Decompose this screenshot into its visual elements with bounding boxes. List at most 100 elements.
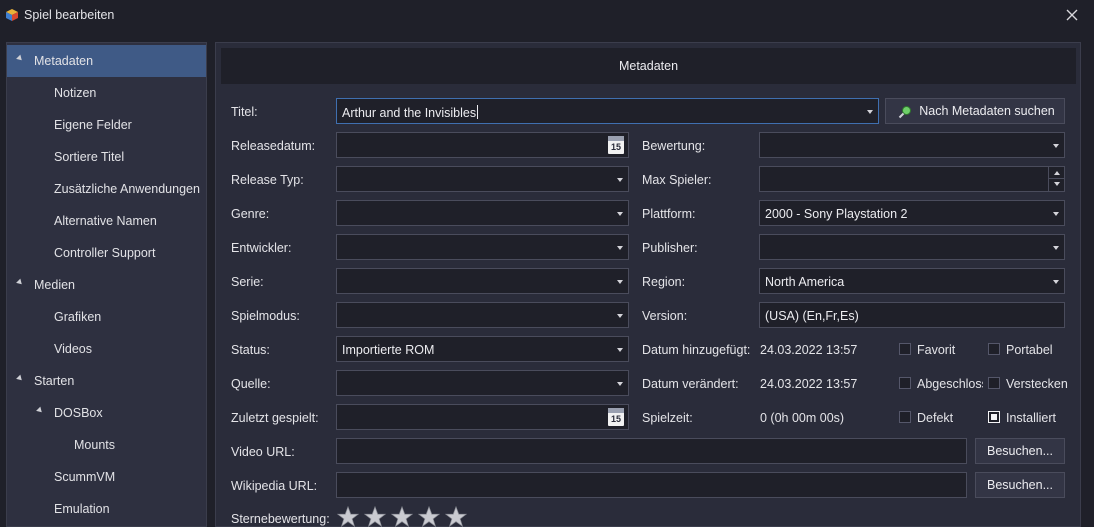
chevron-down-icon[interactable] [1053, 246, 1059, 250]
bewertung-label: Bewertung: [642, 139, 706, 153]
expand-triangle-icon[interactable] [16, 278, 24, 287]
wikipedia-url-besuchen-button[interactable]: Besuchen... [975, 472, 1065, 498]
genre-combobox[interactable] [336, 200, 629, 226]
plattform-value: 2000 - Sony Playstation 2 [765, 207, 908, 221]
sidebar-item-metadaten[interactable]: Metadaten [7, 45, 206, 77]
chevron-down-icon[interactable] [617, 212, 623, 216]
metadata-search-label: Nach Metadaten suchen [919, 104, 1055, 118]
bewertung-combobox[interactable] [759, 132, 1065, 158]
star-icon[interactable] [337, 506, 359, 527]
quelle-combobox[interactable] [336, 370, 629, 396]
calendar-icon[interactable]: 15 [608, 408, 624, 426]
datum-hinzugefuegt-value: 24.03.2022 13:57 [760, 343, 858, 357]
sidebar-item-label: Medien [34, 278, 75, 292]
text-caret [477, 105, 479, 119]
sidebar-item-label: Eigene Felder [54, 118, 132, 132]
publisher-combobox[interactable] [759, 234, 1065, 260]
chevron-down-icon[interactable] [617, 382, 623, 386]
datum-veraendert-value: 24.03.2022 13:57 [760, 377, 858, 391]
spin-up-icon[interactable] [1054, 171, 1060, 175]
wikipedia-url-field[interactable] [336, 472, 967, 498]
sidebar-item-zusaetzliche-anwendungen[interactable]: Zusätzliche Anwendungen [7, 173, 206, 205]
video-url-label: Video URL: [231, 445, 295, 459]
sidebar-item-label: DOSBox [54, 406, 103, 420]
chevron-down-icon[interactable] [617, 246, 623, 250]
portabel-checkbox[interactable] [988, 343, 1000, 355]
video-url-field[interactable] [336, 438, 967, 464]
spin-down-icon[interactable] [1054, 182, 1060, 186]
spin-buttons[interactable] [1048, 167, 1064, 191]
datum-hinzugefuegt-label: Datum hinzugefügt: [642, 343, 751, 357]
sidebar-item-scummvm[interactable]: ScummVM [7, 461, 206, 493]
sidebar-item-starten[interactable]: Starten [7, 365, 206, 397]
sidebar-item-medien[interactable]: Medien [7, 269, 206, 301]
zuletzt-gespielt-field[interactable]: 15 [336, 404, 629, 430]
verstecken-checkbox[interactable] [988, 377, 1000, 389]
sidebar-item-videos[interactable]: Videos [7, 333, 206, 365]
expand-triangle-icon[interactable] [36, 406, 44, 415]
region-label: Region: [642, 275, 686, 289]
chevron-down-icon[interactable] [1053, 280, 1059, 284]
max-spieler-stepper[interactable] [759, 166, 1065, 192]
sidebar-item-label: Videos [54, 342, 92, 356]
sidebar-item-label: Zusätzliche Anwendungen [54, 182, 200, 196]
sidebar-item-dosbox[interactable]: DOSBox [7, 397, 206, 429]
sidebar-item-controller-support[interactable]: Controller Support [7, 237, 206, 269]
chevron-down-icon[interactable] [617, 314, 623, 318]
sidebar-item-label: Sortiere Titel [54, 150, 125, 164]
star-icon[interactable] [445, 506, 467, 527]
close-icon[interactable] [1064, 7, 1080, 23]
expand-triangle-icon[interactable] [16, 374, 24, 383]
sidebar-item-notizen[interactable]: Notizen [7, 77, 206, 109]
sidebar-item-sortiere-titel[interactable]: Sortiere Titel [7, 141, 206, 173]
sidebar-item-label: Grafiken [54, 310, 102, 324]
star-icon[interactable] [391, 506, 413, 527]
sidebar: Metadaten Notizen Eigene Felder Sortiere… [6, 42, 207, 527]
version-field[interactable]: (USA) (En,Fr,Es) [759, 302, 1065, 328]
release-typ-combobox[interactable] [336, 166, 629, 192]
spielmodus-combobox[interactable] [336, 302, 629, 328]
chevron-down-icon[interactable] [1053, 144, 1059, 148]
sidebar-item-emulation[interactable]: Emulation [7, 493, 206, 525]
defekt-checkbox[interactable] [899, 411, 911, 423]
abgeschlossen-checkbox[interactable] [899, 377, 911, 389]
serie-combobox[interactable] [336, 268, 629, 294]
titel-combobox[interactable]: Arthur and the Invisibles [336, 98, 879, 124]
releasedatum-field[interactable]: 15 [336, 132, 629, 158]
favorit-checkbox[interactable] [899, 343, 911, 355]
spielzeit-value: 0 (0h 00m 00s) [760, 411, 845, 425]
sidebar-item-grafiken[interactable]: Grafiken [7, 301, 206, 333]
status-value: Importierte ROM [342, 343, 435, 357]
magnifier-icon [898, 106, 911, 119]
chevron-down-icon[interactable] [617, 178, 623, 182]
entwickler-combobox[interactable] [336, 234, 629, 260]
plattform-combobox[interactable]: 2000 - Sony Playstation 2 [759, 200, 1065, 226]
star-icon[interactable] [364, 506, 386, 527]
version-label: Version: [642, 309, 688, 323]
chevron-down-icon[interactable] [617, 348, 623, 352]
titel-label: Titel: [231, 105, 258, 119]
sidebar-item-eigene-felder[interactable]: Eigene Felder [7, 109, 206, 141]
chevron-down-icon[interactable] [617, 280, 623, 284]
status-combobox[interactable]: Importierte ROM [336, 336, 629, 362]
sidebar-item-label: Alternative Namen [54, 214, 157, 228]
installiert-checkbox[interactable] [988, 411, 1000, 423]
window-title: Spiel bearbeiten [24, 8, 115, 22]
sidebar-item-label: Emulation [54, 502, 110, 516]
star-icon[interactable] [418, 506, 440, 527]
installiert-label: Installiert [1006, 411, 1057, 425]
video-url-besuchen-button[interactable]: Besuchen... [975, 438, 1065, 464]
chevron-down-icon[interactable] [1053, 212, 1059, 216]
metadata-search-button[interactable]: Nach Metadaten suchen [885, 98, 1065, 124]
calendar-icon[interactable]: 15 [608, 136, 624, 154]
calendar-day: 15 [610, 142, 621, 152]
region-value: North America [765, 275, 845, 289]
verstecken-label: Verstecken [1006, 377, 1068, 391]
sidebar-item-mounts[interactable]: Mounts [7, 429, 206, 461]
sidebar-item-label: Controller Support [54, 246, 156, 260]
abgeschlossen-label: Abgeschloss [917, 377, 983, 391]
expand-triangle-icon[interactable] [16, 54, 24, 63]
chevron-down-icon[interactable] [867, 110, 873, 114]
sidebar-item-alternative-namen[interactable]: Alternative Namen [7, 205, 206, 237]
region-combobox[interactable]: North America [759, 268, 1065, 294]
